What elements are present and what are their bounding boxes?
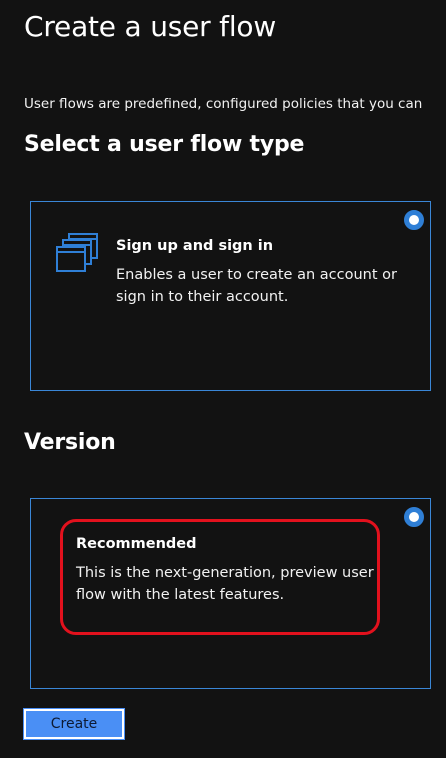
stacked-windows-icon: [56, 233, 100, 275]
intro-text: User flows are predefined, configured po…: [24, 96, 423, 112]
flow-option-signup-signin[interactable]: Sign up and sign in Enables a user to cr…: [30, 201, 431, 391]
create-button[interactable]: Create: [23, 708, 125, 740]
radio-selected[interactable]: [404, 210, 424, 230]
option-title: Sign up and sign in: [116, 238, 274, 254]
version-heading: Version: [24, 430, 116, 455]
version-option-recommended[interactable]: Recommended This is the next-generation,…: [30, 498, 431, 689]
option-title: Recommended: [76, 536, 197, 552]
option-description: Enables a user to create an account or s…: [116, 267, 397, 305]
flow-type-heading: Select a user flow type: [24, 132, 305, 157]
option-description: This is the next-generation, preview use…: [76, 565, 374, 603]
radio-selected[interactable]: [404, 507, 424, 527]
page-title: Create a user flow: [24, 10, 277, 43]
